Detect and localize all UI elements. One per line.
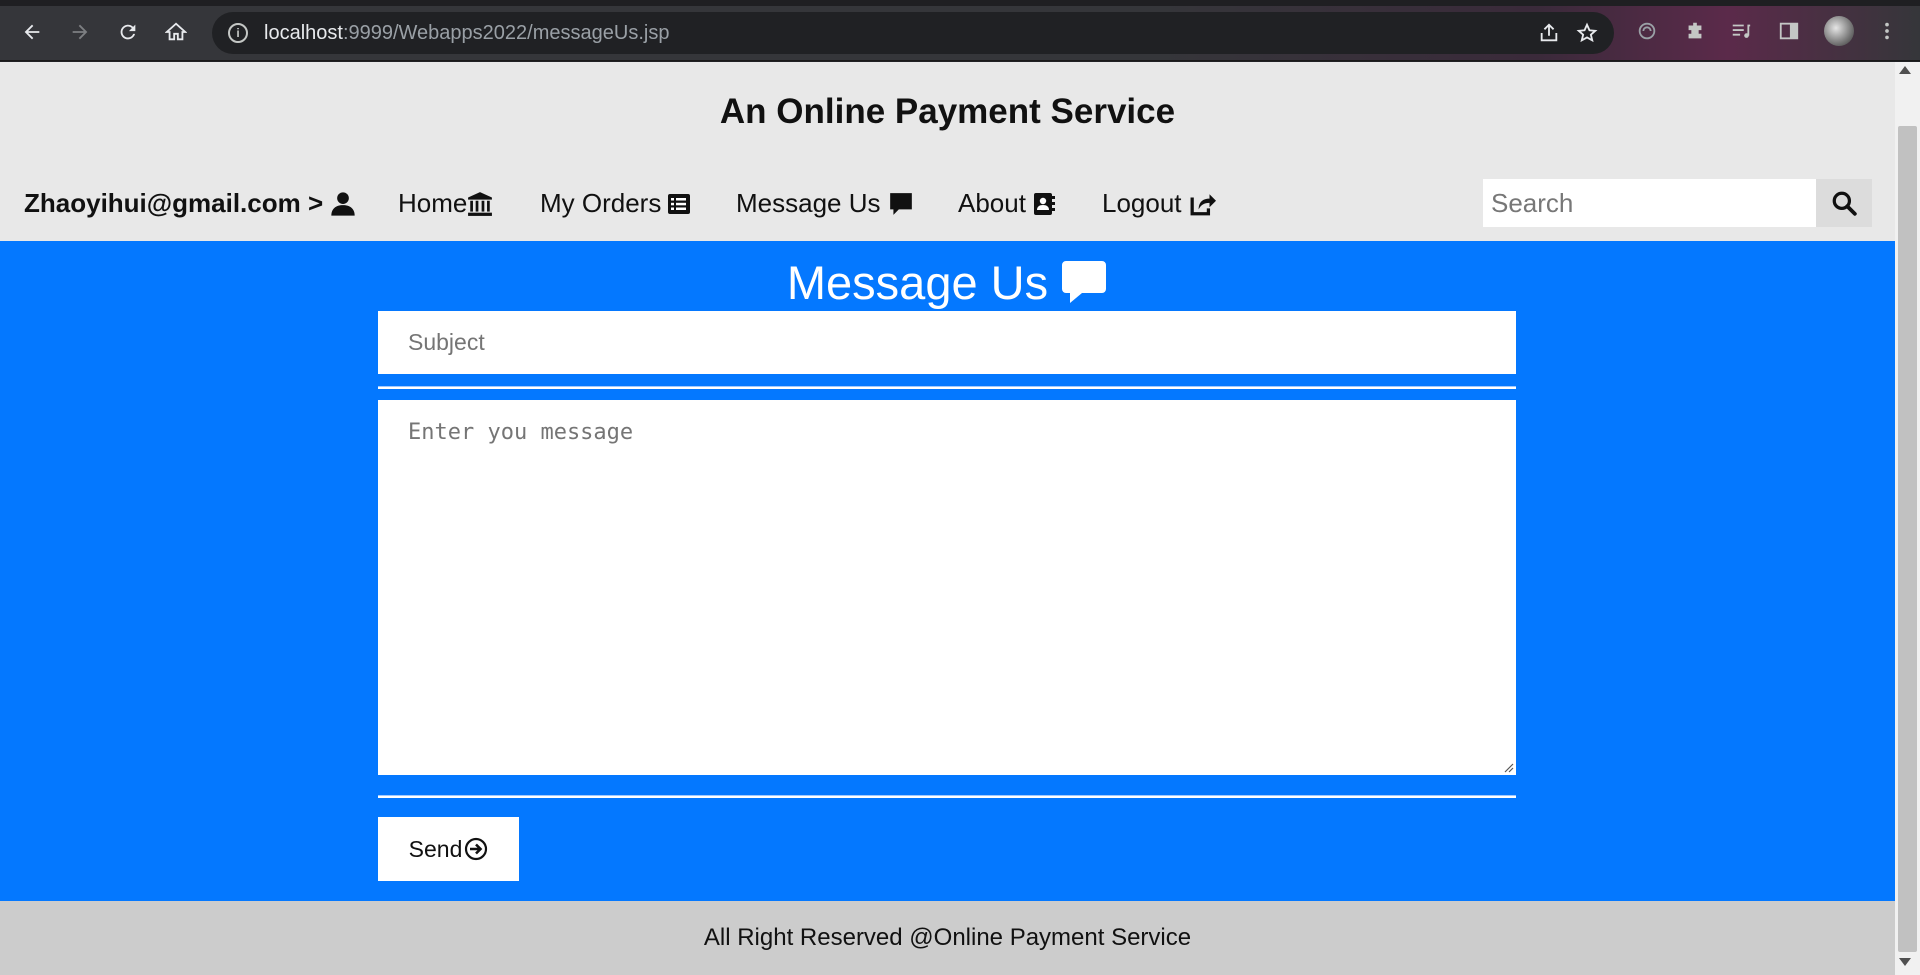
share-icon[interactable] — [1534, 18, 1564, 48]
nav-logout-label: Logout — [1102, 188, 1182, 218]
nav-about[interactable]: About — [958, 188, 1056, 219]
search-icon — [1832, 191, 1857, 216]
divider — [378, 795, 1516, 798]
comment-icon — [889, 192, 912, 215]
page-viewport: An Online Payment Service Zhaoyihui@gmai… — [0, 62, 1895, 975]
back-arrow-icon — [24, 24, 40, 40]
sync-extension-icon[interactable] — [1632, 16, 1662, 46]
site-footer: All Right Reserved @Online Payment Servi… — [0, 901, 1895, 975]
share-square-icon — [1190, 193, 1216, 215]
address-bar[interactable]: i localhost:9999/Webapps2022/messageUs.j… — [212, 12, 1614, 54]
message-textarea[interactable]: Enter you message — [378, 400, 1516, 775]
nav-about-label: About — [958, 188, 1026, 218]
chrome-menu-icon[interactable] — [1872, 16, 1902, 46]
nav-logout[interactable]: Logout — [1102, 188, 1218, 219]
user-email-label: Zhaoyihui@gmail.com > — [24, 188, 324, 218]
media-queue-icon[interactable] — [1726, 16, 1756, 46]
nav-home-label: Home — [398, 188, 468, 218]
site-info-icon[interactable]: i — [228, 23, 248, 43]
side-panel-icon[interactable] — [1774, 16, 1804, 46]
nav-message-us[interactable]: Message Us — [736, 188, 915, 219]
nav-user[interactable]: Zhaoyihui@gmail.com > — [24, 188, 357, 219]
extensions-puzzle-icon[interactable] — [1680, 16, 1710, 46]
list-alt-icon — [668, 193, 691, 214]
tab-strip — [0, 0, 1920, 6]
site-title: An Online Payment Service — [719, 92, 1176, 131]
resize-handle-icon[interactable] — [1502, 761, 1514, 773]
bank-icon — [468, 191, 493, 216]
message-placeholder: Enter you message — [408, 420, 634, 445]
forward-button[interactable] — [62, 14, 98, 50]
profile-avatar-icon[interactable] — [1824, 16, 1854, 46]
search-input[interactable]: Search — [1483, 179, 1819, 227]
message-form-section: Message Us Subject Enter you message Sen… — [0, 241, 1895, 901]
comment-large-icon — [1062, 260, 1107, 303]
back-button[interactable] — [14, 14, 50, 50]
send-button-label: Send — [408, 835, 463, 862]
form-title: Message Us — [0, 255, 1895, 310]
form-title-text: Message Us — [786, 256, 1049, 309]
subject-input[interactable]: Subject — [378, 311, 1516, 374]
search-button[interactable] — [1816, 179, 1872, 227]
browser-toolbar: i localhost:9999/Webapps2022/messageUs.j… — [0, 0, 1920, 61]
url-text: localhost:9999/Webapps2022/messageUs.jsp — [264, 21, 670, 44]
nav-home[interactable]: Home — [398, 188, 493, 219]
nav-message-label: Message Us — [736, 188, 881, 218]
scroll-down-arrow-icon[interactable] — [1899, 958, 1911, 966]
bookmark-star-icon[interactable] — [1572, 18, 1602, 48]
home-button[interactable] — [158, 14, 194, 50]
home-icon — [165, 22, 187, 41]
divider — [378, 386, 1516, 389]
scrollbar-thumb[interactable] — [1898, 126, 1917, 952]
nav-orders-label: My Orders — [540, 188, 662, 218]
scroll-up-arrow-icon[interactable] — [1899, 66, 1911, 74]
reload-button[interactable] — [110, 14, 146, 50]
footer-text: All Right Reserved @Online Payment Servi… — [703, 924, 1192, 951]
nav-my-orders[interactable]: My Orders — [540, 188, 691, 219]
arrow-circle-right-icon — [465, 837, 488, 861]
address-book-icon — [1033, 192, 1055, 215]
site-header: An Online Payment Service Zhaoyihui@gmai… — [0, 62, 1895, 241]
send-button[interactable]: Send — [378, 817, 519, 881]
user-icon — [331, 191, 355, 216]
forward-arrow-icon — [72, 24, 88, 40]
reload-icon — [120, 24, 136, 40]
